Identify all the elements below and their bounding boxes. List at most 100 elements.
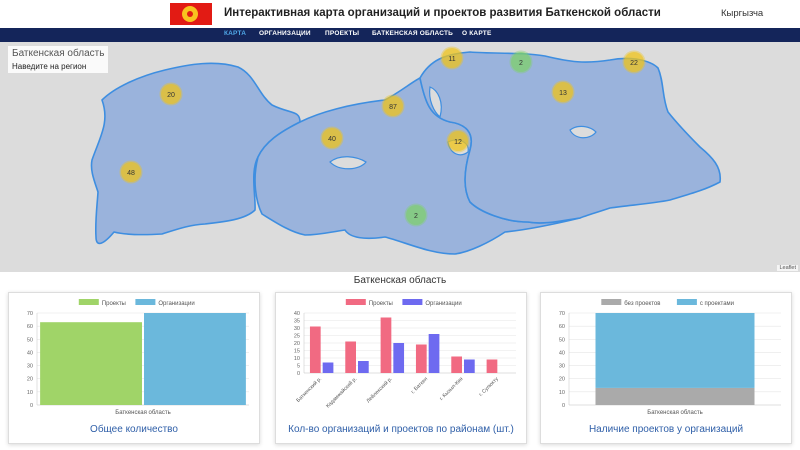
nav-item-batken-region[interactable]: БАТКЕНСКАЯ ОБЛАСТЬ (372, 30, 453, 37)
x-tick-label: г. Баткен (410, 376, 429, 395)
chart-title-total: Общее количество (90, 424, 178, 435)
bar (393, 343, 405, 373)
cluster-marker[interactable]: 22 (622, 50, 646, 74)
bar (451, 356, 462, 373)
x-tick-label: г. Кызыл-Кия (439, 376, 465, 402)
x-tick-label: г. Сулюкту (478, 376, 500, 398)
cluster-marker[interactable]: 13 (551, 80, 575, 104)
chart-card-total: Проекты Организации 0 10 20 30 40 50 60 70 Баткенс… (8, 292, 260, 444)
x-tick-label: Баткенская область (115, 410, 170, 416)
legend-label: Организации (158, 301, 194, 307)
y-tick-label: 35 (294, 319, 300, 325)
cluster-marker[interactable]: 48 (119, 160, 143, 184)
y-tick-label: 70 (559, 311, 565, 317)
leaflet-attribution-link[interactable]: Leaflet (777, 265, 798, 271)
bar (345, 341, 356, 373)
bar (415, 344, 427, 373)
language-switch-link[interactable]: Кыргызча (721, 8, 763, 19)
cluster-marker-label: 20 (167, 92, 175, 99)
x-tick-label: Лейлекский р. (365, 375, 394, 404)
cluster-marker-label: 13 (559, 90, 567, 97)
y-tick-label: 20 (294, 341, 300, 347)
main-nav: КАРТА ОРГАНИЗАЦИИ ПРОЕКТЫ БАТКЕНСКАЯ ОБЛ… (0, 28, 800, 42)
nav-item-map[interactable]: КАРТА (224, 30, 246, 37)
bar (428, 334, 440, 373)
chart-title-presence: Наличие проектов у организаций (588, 424, 744, 435)
legend-label: Проекты (369, 301, 393, 307)
map-regions: 20 48 87 40 11 2 13 22 12 2 (90, 46, 722, 255)
y-tick-label: 0 (30, 403, 33, 409)
y-tick-label: 50 (559, 337, 565, 343)
y-tick-label: 40 (294, 311, 300, 317)
bar (358, 361, 369, 373)
cluster-marker-label: 22 (630, 60, 638, 67)
bar (486, 359, 498, 373)
legend-label: Организации (425, 301, 461, 307)
header: Интерактивная карта организаций и проект… (0, 0, 800, 28)
x-tick-label: Кадамжайский р. (324, 375, 358, 409)
section-title: Баткенская область (353, 275, 447, 286)
cluster-marker[interactable]: 87 (381, 94, 405, 118)
y-tick-label: 20 (559, 377, 565, 383)
cluster-marker-label: 11 (448, 56, 455, 63)
legend-swatch (601, 299, 622, 305)
y-tick-label: 5 (297, 364, 300, 370)
hover-hint: Наведите на регион (12, 62, 87, 71)
map-info-control: Баткенская область Наведите на регион (8, 46, 109, 73)
nav-item-about-map[interactable]: О КАРТЕ (462, 30, 491, 37)
total-chart: Проекты Организации 0 10 20 30 40 50 60 70 Баткенс… (27, 299, 249, 416)
presence-chart: без проектов с проектами 0 10 20 30 40 50 60 70 Ба… (559, 299, 781, 416)
y-tick-label: 70 (27, 311, 33, 317)
cluster-marker-label: 87 (389, 104, 397, 111)
cluster-marker[interactable]: 2 (509, 50, 533, 74)
site-title: Интерактивная карта организаций и проект… (224, 7, 661, 19)
x-tick-label: Баткенская область (647, 410, 702, 416)
bar (40, 322, 142, 405)
y-tick-label: 15 (294, 349, 300, 355)
cluster-marker-label: 48 (127, 170, 135, 177)
bar (595, 313, 755, 388)
y-tick-label: 30 (27, 364, 33, 370)
legend-label: без проектов (624, 301, 660, 307)
cluster-marker[interactable]: 2 (404, 203, 428, 227)
y-tick-label: 0 (562, 403, 565, 409)
chart-card-presence: без проектов с проектами 0 10 20 30 40 50 60 70 Ба… (540, 292, 792, 444)
sun-emblem-icon (182, 6, 198, 22)
legend-swatch (345, 299, 366, 305)
y-tick-label: 30 (294, 326, 300, 332)
nav-item-projects[interactable]: ПРОЕКТЫ (325, 30, 359, 37)
cluster-marker-label: 40 (328, 136, 336, 143)
bar (464, 359, 475, 373)
bar (309, 326, 321, 373)
cluster-marker-label: 2 (519, 60, 523, 67)
y-tick-label: 10 (559, 390, 565, 396)
nav-item-organizations[interactable]: ОРГАНИЗАЦИИ (259, 30, 311, 37)
x-tick-label: Баткенский р. (295, 375, 323, 403)
chart-title-districts: Кол-во организаций и проектов по районам… (288, 424, 514, 435)
chart-legend: Проекты Организации (78, 299, 195, 307)
kyrgyz-flag-logo[interactable] (170, 3, 212, 25)
region-map[interactable]: 20 48 87 40 11 2 13 22 12 2 Баткенская о… (0, 42, 800, 272)
cluster-marker[interactable]: 11 (440, 46, 464, 70)
legend-label: Проекты (102, 301, 126, 307)
chart-legend: Проекты Организации (345, 299, 462, 307)
bar (322, 362, 334, 373)
bar (595, 387, 755, 405)
cluster-marker[interactable]: 12 (446, 129, 470, 153)
region-name: Баткенская область (12, 48, 105, 59)
chart-card-districts: Проекты Организации 0 5 10 15 20 25 30 35 40 Баткен… (275, 292, 527, 444)
cluster-marker-label: 2 (414, 213, 418, 220)
y-tick-label: 20 (27, 377, 33, 383)
y-tick-label: 50 (27, 337, 33, 343)
y-tick-label: 40 (27, 350, 33, 356)
y-tick-label: 10 (294, 356, 300, 362)
legend-swatch (135, 299, 156, 305)
legend-swatch (676, 299, 697, 305)
cluster-marker[interactable]: 20 (159, 82, 183, 106)
y-tick-label: 40 (559, 350, 565, 356)
legend-swatch (78, 299, 99, 305)
cluster-marker[interactable]: 40 (320, 126, 344, 150)
bar (144, 313, 246, 405)
y-tick-label: 30 (559, 364, 565, 370)
districts-chart: Проекты Организации 05 1015 2025 3035 40 Баткен… (294, 299, 516, 409)
